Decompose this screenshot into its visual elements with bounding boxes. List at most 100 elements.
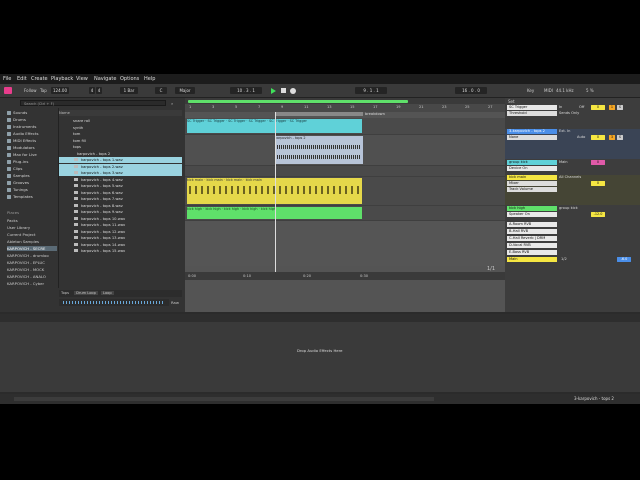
category-sounds[interactable]: Sounds (7, 110, 27, 115)
return-e[interactable]: E-Bass RVB (507, 250, 557, 255)
key-map-button[interactable]: Key (527, 88, 534, 93)
time-ruler[interactable]: 0:00 0:10 0:20 0:30 (185, 272, 505, 280)
midi-map-button[interactable]: MIDI (544, 88, 553, 93)
track-name[interactable]: group kick (507, 160, 557, 165)
category-grooves[interactable]: Grooves (7, 180, 29, 185)
menu-file[interactable]: File (3, 76, 11, 82)
key-select[interactable]: C (155, 87, 167, 94)
menu-edit[interactable]: Edit (17, 76, 27, 82)
track-input[interactable]: None (507, 135, 557, 140)
track-input[interactable]: Device On (507, 166, 557, 171)
stop-icon[interactable] (281, 88, 286, 93)
menu-playback[interactable]: Playback (51, 76, 73, 82)
time-signature-numerator[interactable]: 4 (89, 87, 95, 94)
file-row[interactable]: karpovich - tops 4.wav (59, 177, 182, 183)
menu-navigate[interactable]: Navigate (94, 76, 116, 82)
menu-view[interactable]: View (76, 76, 88, 82)
vol-field[interactable]: 0 (591, 160, 605, 165)
folder-karpovich-tops-2[interactable]: karpovich - tops 2 (59, 151, 182, 157)
category-samples[interactable]: Samples (7, 173, 30, 178)
place-karpovich-secre[interactable]: KARPOVICH - SECRE (7, 246, 57, 251)
track-name[interactable]: kick main (507, 175, 557, 180)
file-row[interactable]: karpovich - tops 2.wav (59, 163, 182, 170)
place-current-project[interactable]: Current Project (7, 232, 35, 237)
tag-drum-loop[interactable]: Drum Loop (74, 291, 98, 295)
tempo-field[interactable]: 124.00 (51, 87, 69, 94)
vol-field[interactable]: -12.0 (591, 212, 605, 217)
tag-loop[interactable]: Loop (101, 291, 114, 295)
file-row[interactable]: karpovich - tops 15.wav (59, 248, 182, 254)
time-signature-denominator[interactable]: 4 (96, 87, 102, 94)
folder-tom-fill[interactable]: tom fill (59, 138, 182, 144)
track-route[interactable]: All Channels (559, 175, 581, 180)
solo-button[interactable]: S (617, 135, 623, 140)
preview-waveform[interactable] (59, 299, 169, 306)
locator-breakdown[interactable]: breakdown (365, 112, 385, 116)
category-drums[interactable]: Drums (7, 117, 26, 122)
track-route[interactable]: Sends Only (559, 111, 579, 116)
song-position-field[interactable]: 10 . 3 . 1 (230, 87, 262, 94)
vol-field[interactable]: 0 (591, 135, 605, 140)
category-audio-effects[interactable]: Audio Effects (7, 131, 39, 136)
main-track[interactable]: Main (507, 257, 557, 262)
file-row[interactable]: karpovich - tops 3.wav (59, 170, 182, 177)
vol-field[interactable]: 0 (591, 105, 605, 110)
scale-select[interactable]: Major (175, 87, 195, 94)
menu-create[interactable]: Create (31, 76, 48, 82)
place-packs[interactable]: Packs (7, 218, 18, 223)
link-button[interactable] (4, 87, 12, 94)
vol-field[interactable]: 0 (591, 181, 605, 186)
play-icon[interactable] (271, 88, 276, 94)
track-name[interactable]: 3-karpovich - tops 2 (507, 129, 557, 134)
record-icon[interactable] (290, 87, 296, 94)
category-modulators[interactable]: Modulators (7, 145, 35, 150)
main-cue[interactable]: 1/2 (561, 257, 567, 262)
return-a[interactable]: A-Room RVB (507, 222, 557, 227)
menu-help[interactable]: Help (144, 76, 155, 82)
file-row[interactable]: karpovich - tops 14.wav (59, 242, 182, 248)
folder-tom[interactable]: tom (59, 131, 182, 137)
activator-button[interactable]: 3 (609, 135, 615, 140)
tap-button[interactable]: Tap (40, 88, 47, 93)
folder-snare-roll[interactable]: snare roll (59, 118, 182, 124)
clip-karpovich-tops-2[interactable]: karpovich - tops 2 (275, 136, 363, 164)
track-volume-param[interactable]: Track Volume (507, 187, 557, 192)
drop-effects-hint[interactable]: Drop Audio Effects Here (297, 348, 342, 353)
track-route[interactable]: Ext. In (559, 129, 570, 134)
category-plugins[interactable]: Plug-ins (7, 159, 28, 164)
place-user-library[interactable]: User Library (7, 225, 30, 230)
return-b[interactable]: B-Hall RVB (507, 229, 557, 234)
category-clips[interactable]: Clips (7, 166, 22, 171)
category-max-for-live[interactable]: Max for Live (7, 152, 37, 157)
lane-group-kick[interactable] (185, 166, 505, 177)
file-row[interactable]: karpovich - tops 9.wav (59, 209, 182, 215)
file-row[interactable]: karpovich - tops 1.wav (59, 157, 182, 164)
track-input[interactable]: Speaker On (507, 212, 557, 217)
category-templates[interactable]: Templates (7, 194, 33, 199)
file-row[interactable]: karpovich - tops 5.wav (59, 183, 182, 189)
folder-synth[interactable]: synth (59, 125, 182, 131)
file-row[interactable]: karpovich - tops 8.wav (59, 203, 182, 209)
quantize-menu[interactable]: 1 Bar (120, 87, 138, 94)
place-karpovich-drumloo[interactable]: KARPOVICH - drumloo (7, 253, 49, 258)
raw-toggle[interactable]: Raw (171, 300, 179, 305)
category-instruments[interactable]: Instruments (7, 124, 36, 129)
browser-search-icon[interactable]: ⌕ (171, 101, 173, 106)
category-midi-effects[interactable]: MIDI Effects (7, 138, 36, 143)
folder-tops[interactable]: tops (59, 144, 182, 150)
track-input[interactable]: Threshold (507, 111, 557, 116)
browser-search-input[interactable]: Search (Ctrl + F) (20, 100, 166, 106)
place-karpovich-cyber[interactable]: KARPOVICH - Cyber (7, 281, 44, 286)
place-karpovich-mock[interactable]: KARPOVICH - MOCK (7, 267, 44, 272)
follow-button[interactable]: Follow (24, 88, 37, 93)
track-route[interactable]: Main (559, 160, 568, 165)
track-name[interactable]: kick high (507, 206, 557, 211)
monitor-auto[interactable]: Auto (577, 135, 585, 140)
monitor-off[interactable]: Off (579, 105, 584, 110)
return-c[interactable]: C-Hall Reverb | DRM (507, 236, 557, 241)
place-ableton-samples[interactable]: Ableton Samples (7, 239, 39, 244)
file-row[interactable]: karpovich - tops 11.wav (59, 222, 182, 228)
place-karpovich-analo[interactable]: KARPOVICH - ANALO (7, 274, 46, 279)
track-input[interactable]: Mixer (507, 181, 557, 186)
track-route[interactable]: group kick (559, 206, 578, 211)
